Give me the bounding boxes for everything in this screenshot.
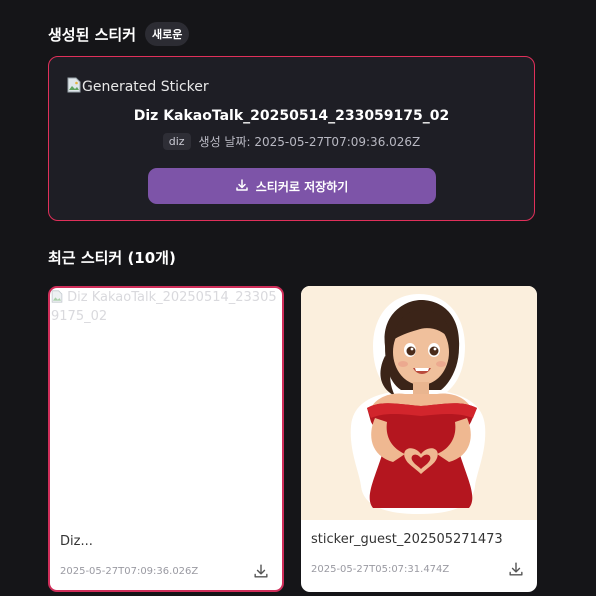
recent-section-title: 최근 스티커 (10개): [48, 249, 176, 267]
sticker-card-title: Diz...: [60, 534, 93, 549]
generated-sticker-image: Generated Sticker: [67, 77, 209, 97]
save-as-sticker-button[interactable]: 스티커로 저장하기: [148, 168, 436, 204]
generated-sticker-meta: diz 생성 날짜: 2025-05-27T07:09:36.026Z: [49, 133, 534, 150]
recent-section-header: 최근 스티커 (10개): [48, 247, 176, 268]
sticker-card-date: 2025-05-27T07:09:36.026Z: [60, 566, 199, 577]
generated-sticker-name: Diz KakaoTalk_20250514_233059175_02: [133, 108, 450, 124]
owner-tag: diz: [162, 133, 191, 150]
sticker-image: [301, 286, 537, 520]
sticker-image-broken: Diz KakaoTalk_20250514_233059175_02: [50, 288, 282, 326]
generated-sticker-alt-text: Generated Sticker: [82, 79, 209, 95]
save-button-label: 스티커로 저장하기: [255, 179, 349, 194]
download-icon: [236, 178, 256, 194]
download-icon: [254, 563, 268, 582]
generated-sticker-card: Generated Sticker Diz KakaoTalk_20250514…: [48, 56, 535, 221]
download-button[interactable]: [509, 561, 523, 580]
generated-section-title: 생성된 스티커: [48, 25, 137, 44]
download-icon: [509, 561, 523, 580]
broken-image-icon: [67, 77, 82, 97]
sticker-image-alt-text: Diz KakaoTalk_20250514_233059175_02: [51, 290, 277, 324]
sticker-card-title: sticker_guest_202505271473: [311, 532, 503, 547]
download-button[interactable]: [254, 563, 268, 582]
sticker-card[interactable]: Diz KakaoTalk_20250514_233059175_02 Diz.…: [48, 286, 284, 592]
sticker-card-date: 2025-05-27T05:07:31.474Z: [311, 564, 450, 575]
new-badge: 새로운: [145, 22, 190, 46]
generated-section-header: 생성된 스티커 새로운: [48, 22, 190, 46]
created-date: 생성 날짜: 2025-05-27T07:09:36.026Z: [198, 135, 421, 149]
sticker-card[interactable]: sticker_guest_202505271473 2025-05-27T05…: [301, 286, 537, 592]
broken-image-icon: [51, 290, 67, 305]
